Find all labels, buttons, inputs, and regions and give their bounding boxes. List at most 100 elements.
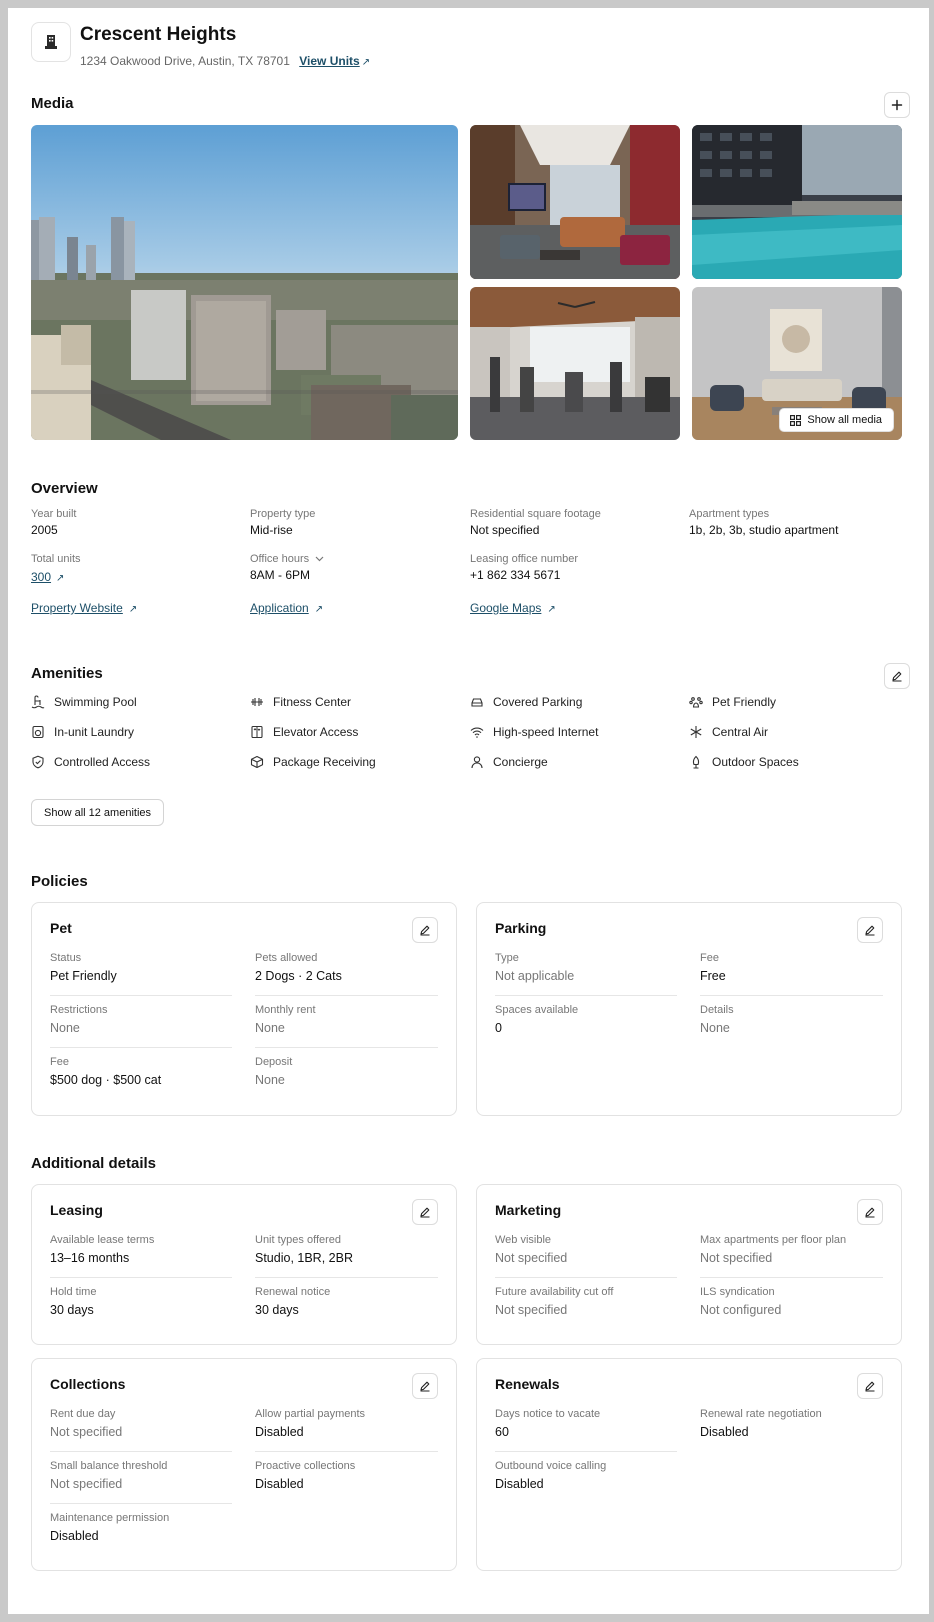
external-link-icon: ↗ — [314, 604, 324, 615]
parking-spaces-label: Spaces available — [495, 1004, 579, 1016]
website-link-wrap: Property Website ↗ — [31, 599, 137, 617]
property-type-label: Property type — [250, 508, 316, 520]
pencil-icon — [865, 1207, 875, 1218]
property-header: Crescent Heights 1234 Oakwood Drive, Aus… — [31, 22, 910, 68]
edit-pet-policy-button[interactable] — [412, 917, 438, 943]
pencil-icon — [865, 1381, 875, 1392]
show-all-amenities-button[interactable]: Show all 12 amenities — [31, 799, 165, 826]
pet-status-value: Pet Friendly — [50, 969, 117, 983]
office-hours-label-wrap[interactable]: Office hours — [250, 553, 324, 565]
external-link-icon: ↗ — [128, 604, 138, 615]
parking-policy-title: Parking — [495, 920, 547, 936]
pet-fee-value: $500 dog · $500 cat — [50, 1073, 162, 1087]
pet-deposit-value: None — [255, 1073, 285, 1087]
grid-icon — [790, 414, 802, 426]
maintenance-permission-value: Disabled — [50, 1529, 99, 1543]
renewal-notice-label: Renewal notice — [255, 1286, 331, 1298]
external-link-icon: ↗ — [547, 604, 556, 615]
amenity-covered-parking: Covered Parking — [470, 695, 582, 709]
pencil-icon — [420, 1381, 430, 1392]
divider — [50, 1503, 232, 1504]
add-media-button[interactable] — [884, 92, 910, 118]
chevron-down-icon — [315, 556, 324, 562]
ils-syndication-label: ILS syndication — [700, 1286, 775, 1298]
pool-photo[interactable] — [692, 125, 902, 279]
pet-policy-title: Pet — [50, 920, 72, 936]
partial-payments-label: Allow partial payments — [255, 1408, 366, 1420]
office-hours-label: Office hours — [250, 553, 310, 565]
washer-icon — [32, 725, 44, 739]
media-title: Media — [31, 95, 74, 112]
pencil-icon — [865, 925, 875, 936]
pets-allowed-value: 2 Dogs · 2 Cats — [255, 969, 342, 983]
divider — [50, 1047, 232, 1048]
lease-terms-label: Available lease terms — [50, 1234, 155, 1246]
pets-allowed-label: Pets allowed — [255, 952, 318, 964]
web-visible-value: Not specified — [495, 1251, 568, 1265]
amenity-label: Covered Parking — [493, 695, 583, 709]
proactive-collections-value: Disabled — [255, 1477, 304, 1491]
external-link-icon: ↗ — [56, 573, 65, 584]
edit-amenities-button[interactable] — [884, 663, 910, 689]
property-name: Crescent Heights — [80, 24, 237, 45]
proactive-collections-label: Proactive collections — [255, 1460, 356, 1472]
amenity-label: In-unit Laundry — [54, 725, 135, 739]
amenities-title: Amenities — [31, 665, 103, 682]
pet-monthly-rent-label: Monthly rent — [255, 1004, 316, 1016]
web-visible-label: Web visible — [495, 1234, 552, 1246]
collections-title: Collections — [50, 1376, 126, 1392]
divider — [255, 1047, 438, 1048]
amenity-label: Outdoor Spaces — [712, 755, 799, 769]
divider — [50, 1451, 232, 1452]
property-address-line: 1234 Oakwood Drive, Austin, TX 78701 Vie… — [80, 54, 370, 68]
google-maps-link[interactable]: Google Maps — [470, 601, 541, 615]
apartment-types-label: Apartment types — [689, 508, 770, 520]
amenity-pet-friendly: Pet Friendly — [689, 695, 776, 709]
city-skyline-photo[interactable] — [31, 125, 458, 440]
small-balance-value: Not specified — [50, 1477, 123, 1491]
renewals-title: Renewals — [495, 1376, 560, 1392]
divider — [50, 995, 232, 996]
gym-photo[interactable] — [470, 287, 680, 440]
marketing-title: Marketing — [495, 1202, 562, 1218]
total-units-label: Total units — [31, 553, 81, 565]
property-website-link[interactable]: Property Website — [31, 601, 123, 615]
edit-marketing-button[interactable] — [857, 1199, 883, 1225]
voice-calling-value: Disabled — [495, 1477, 544, 1491]
edit-renewals-button[interactable] — [857, 1373, 883, 1399]
hold-time-value: 30 days — [50, 1303, 94, 1317]
paw-icon — [689, 697, 703, 708]
voice-calling-label: Outbound voice calling — [495, 1460, 607, 1472]
show-all-media-button[interactable]: Show all media — [779, 408, 894, 432]
parking-details-label: Details — [700, 1004, 734, 1016]
edit-leasing-button[interactable] — [412, 1199, 438, 1225]
rate-negotiation-value: Disabled — [700, 1425, 749, 1439]
car-icon — [471, 698, 483, 707]
amenity-label: Concierge — [493, 755, 548, 769]
parking-fee-label: Fee — [700, 952, 719, 964]
office-hours-value: 8AM - 6PM — [250, 568, 311, 582]
pet-status-label: Status — [50, 952, 82, 964]
elevator-icon — [251, 725, 263, 739]
maps-link-wrap: Google Maps ↗ — [470, 599, 556, 617]
renewal-notice-value: 30 days — [255, 1303, 299, 1317]
parking-type-label: Type — [495, 952, 519, 964]
max-apartments-label: Max apartments per floor plan — [700, 1234, 847, 1246]
marketing-card: Marketing Web visible Not specified Max … — [476, 1184, 902, 1345]
pet-restrictions-value: None — [50, 1021, 80, 1035]
package-icon — [250, 755, 264, 769]
edit-parking-policy-button[interactable] — [857, 917, 883, 943]
divider — [495, 995, 677, 996]
view-units-link[interactable]: View Units — [299, 54, 359, 68]
amenity-fitness-center: Fitness Center — [250, 695, 351, 709]
amenity-label: Swimming Pool — [54, 695, 137, 709]
amenity-high-speed-internet: High-speed Internet — [470, 725, 598, 739]
application-link[interactable]: Application — [250, 601, 309, 615]
edit-collections-button[interactable] — [412, 1373, 438, 1399]
divider — [495, 1277, 677, 1278]
lounge-photo[interactable] — [470, 125, 680, 279]
unit-types-value: Studio, 1BR, 2BR — [255, 1251, 353, 1265]
plus-icon — [891, 99, 903, 111]
living-room-photo[interactable]: Show all media — [692, 287, 902, 440]
total-units-link[interactable]: 300 — [31, 570, 51, 584]
